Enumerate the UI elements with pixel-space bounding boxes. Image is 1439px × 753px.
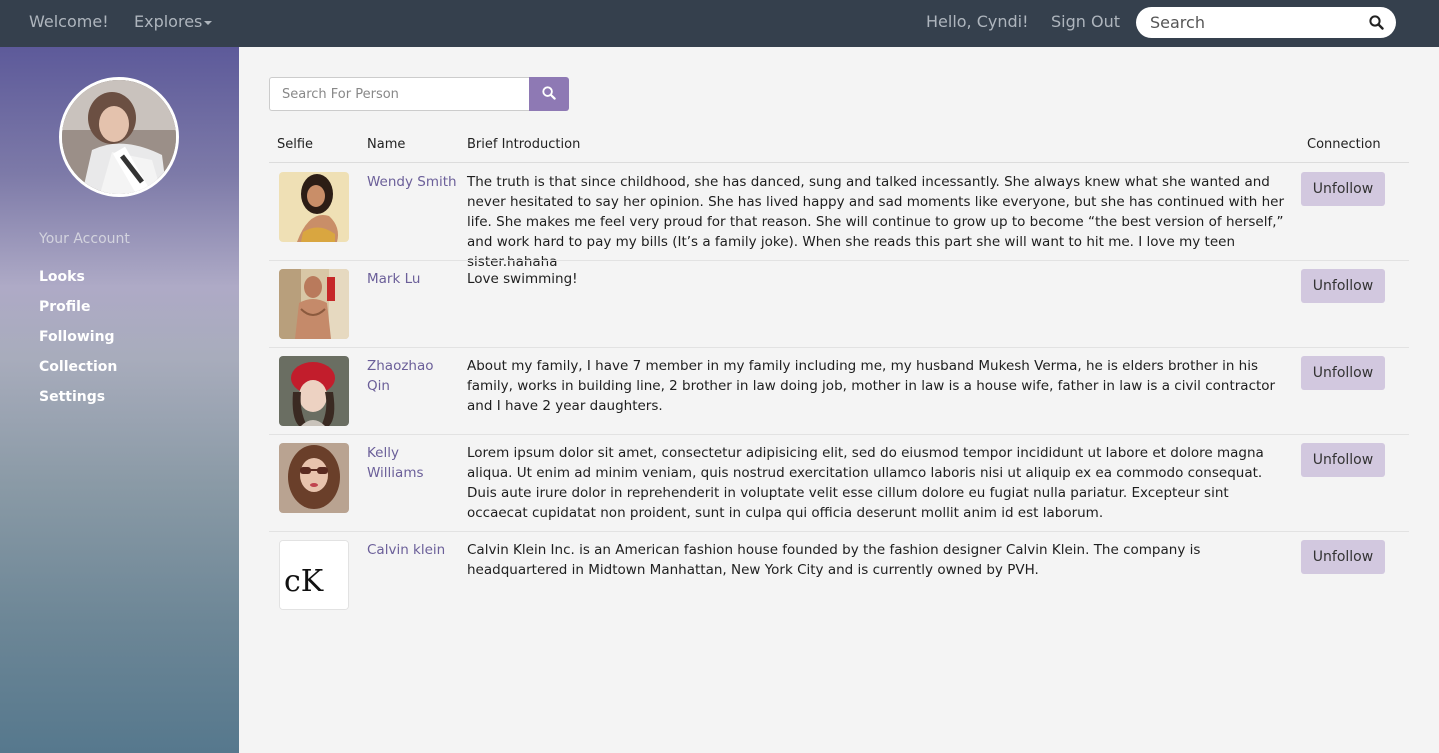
person-intro: The truth is that since childhood, she h… [467,174,1285,270]
person-name-link[interactable]: Kelly Williams [367,443,457,483]
user-greeting[interactable]: Hello, Cyndi! [926,12,1029,31]
person-name-link[interactable]: Calvin klein [367,540,457,560]
person-intro: Love swimming! [467,271,578,287]
unfollow-button[interactable]: Unfollow [1301,540,1385,574]
sidebar-item-collection[interactable]: Collection [39,359,117,375]
person-search-form [269,77,569,111]
sidebar-item-following[interactable]: Following [39,329,115,345]
avatar-photo [62,80,176,194]
column-header-name: Name [367,137,406,152]
user-avatar[interactable] [59,77,179,197]
row-divider [269,531,1409,532]
sidebar-item-settings[interactable]: Settings [39,389,105,405]
unfollow-button[interactable]: Unfollow [1301,356,1385,390]
sidebar-item-looks[interactable]: Looks [39,269,85,285]
calvin-klein-logo: cK [279,540,349,610]
person-name-link[interactable]: Mark Lu [367,269,457,289]
selfie-image [279,269,349,339]
unfollow-button[interactable]: Unfollow [1301,269,1385,303]
row-divider [269,260,1409,261]
search-icon [542,85,556,100]
person-search-button[interactable] [529,77,569,111]
column-header-connection: Connection [1307,137,1381,152]
sidebar-heading: Your Account [39,231,130,247]
explores-dropdown[interactable]: Explores [134,12,213,31]
top-search-input[interactable] [1150,11,1360,34]
person-name-link[interactable]: Zhaozhao Qin [367,356,457,396]
top-navbar: Welcome! Explores Hello, Cyndi! Sign Out [0,0,1439,47]
person-name-link[interactable]: Wendy Smith [367,172,457,192]
person-intro: Lorem ipsum dolor sit amet, consectetur … [467,445,1264,521]
selfie-image [279,443,349,513]
sign-out-link[interactable]: Sign Out [1051,12,1120,31]
search-icon[interactable] [1369,15,1384,30]
person-search-input[interactable] [269,77,530,111]
caret-down-icon [204,20,213,25]
logo-text: cK [284,564,324,599]
column-header-selfie: Selfie [277,137,314,152]
account-sidebar: Your Account Looks Profile Following Col… [0,47,239,753]
sidebar-item-profile[interactable]: Profile [39,299,90,315]
table-header-divider [269,162,1409,163]
unfollow-button[interactable]: Unfollow [1301,172,1385,206]
person-intro: Calvin Klein Inc. is an American fashion… [467,542,1201,578]
welcome-link[interactable]: Welcome! [29,12,109,31]
top-search-box [1136,7,1396,38]
selfie-image [279,172,349,242]
selfie-image [279,356,349,426]
column-header-intro: Brief Introduction [467,137,581,152]
explores-label: Explores [134,12,203,31]
person-intro: About my family, I have 7 member in my f… [467,358,1276,414]
unfollow-button[interactable]: Unfollow [1301,443,1385,477]
row-divider [269,434,1409,435]
row-divider [269,347,1409,348]
